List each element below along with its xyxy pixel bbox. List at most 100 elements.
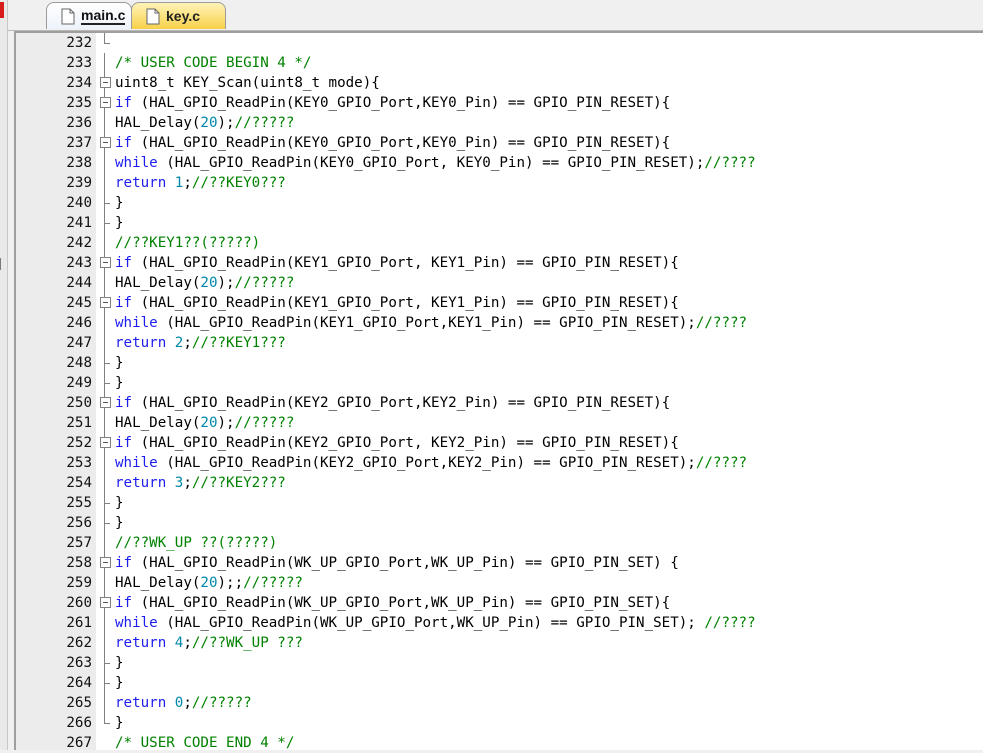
code-line[interactable]: 266} — [0, 713, 983, 733]
fold-collapse-icon[interactable] — [96, 393, 112, 413]
code-line[interactable]: 246 while (HAL_GPIO_ReadPin(KEY1_GPIO_Por… — [0, 313, 983, 333]
comment-token: /* USER CODE END 4 */ — [115, 735, 295, 751]
code-line[interactable]: 248} — [0, 353, 983, 373]
code-line[interactable]: 247 return 2;//??KEY1??? — [0, 333, 983, 353]
fold-collapse-icon[interactable] — [96, 433, 112, 453]
code-text: //??WK_UP ??(?????) — [115, 533, 277, 553]
code-token: HAL_Delay( — [115, 415, 201, 431]
fold-collapse-icon[interactable] — [96, 253, 112, 273]
code-line[interactable]: 232 — [0, 33, 983, 53]
code-line[interactable]: 249} — [0, 373, 983, 393]
line-number: 235 — [66, 95, 92, 111]
code-line[interactable]: 239 return 1;//??KEY0??? — [0, 173, 983, 193]
code-line[interactable]: 261 while (HAL_GPIO_ReadPin(WK_UP_GPIO_Po… — [0, 613, 983, 633]
line-number: 254 — [66, 475, 92, 491]
code-token: ; — [183, 635, 192, 651]
code-line[interactable]: 263} — [0, 653, 983, 673]
code-line[interactable]: 257 //??WK_UP ??(?????) — [0, 533, 983, 553]
line-number: 267 — [66, 735, 92, 751]
code-line[interactable]: 237 if (HAL_GPIO_ReadPin(KEY0_GPIO_Port,K… — [0, 133, 983, 153]
code-line[interactable]: 255} — [0, 493, 983, 513]
comment-token: //??KEY0??? — [191, 175, 286, 191]
line-number: 264 — [66, 675, 92, 691]
code-line[interactable]: 265 return 0;//????? — [0, 693, 983, 713]
code-line[interactable]: 260 if (HAL_GPIO_ReadPin(WK_UP_GPIO_Port,… — [0, 593, 983, 613]
line-number: 238 — [66, 155, 92, 171]
line-number: 248 — [66, 355, 92, 371]
comment-token: //????? — [243, 575, 303, 591]
keyword-token: if — [115, 295, 133, 311]
code-line[interactable]: 254 return 3;//??KEY2??? — [0, 473, 983, 493]
code-text: } — [115, 513, 124, 533]
comment-token: //????? — [234, 415, 295, 431]
code-line[interactable]: 236 HAL_Delay(20);//????? — [0, 113, 983, 133]
code-line[interactable]: 250 if (HAL_GPIO_ReadPin(KEY2_GPIO_Port,K… — [0, 393, 983, 413]
fold-collapse-icon[interactable] — [96, 73, 112, 93]
fold-guide-end — [96, 513, 112, 533]
line-number: 259 — [66, 575, 92, 591]
code-text: } — [115, 353, 124, 373]
code-token: } — [115, 355, 124, 371]
code-text: if (HAL_GPIO_ReadPin(KEY0_GPIO_Port,KEY0… — [115, 93, 670, 113]
code-token: (HAL_GPIO_ReadPin(KEY2_GPIO_Port,KEY2_Pi… — [157, 455, 696, 471]
code-text: if (HAL_GPIO_ReadPin(KEY1_GPIO_Port, KEY… — [115, 253, 679, 273]
code-line[interactable]: 251 HAL_Delay(20);//????? — [0, 413, 983, 433]
fold-collapse-icon[interactable] — [96, 133, 112, 153]
code-line[interactable]: 233 /* USER CODE BEGIN 4 */ — [0, 53, 983, 73]
code-text: } — [115, 713, 124, 733]
code-text: HAL_Delay(20);//????? — [115, 273, 294, 293]
line-number: 244 — [66, 275, 92, 291]
line-number: 243 — [66, 255, 92, 271]
code-line[interactable]: 256} — [0, 513, 983, 533]
code-line[interactable]: 264} — [0, 673, 983, 693]
line-number: 252 — [66, 435, 92, 451]
code-line[interactable]: 252 if (HAL_GPIO_ReadPin(KEY2_GPIO_Port, … — [0, 433, 983, 453]
code-line[interactable]: 240} — [0, 193, 983, 213]
fold-guide-end — [96, 673, 112, 693]
tab-main-c[interactable]: main.c — [46, 2, 132, 29]
code-token: HAL_Delay( — [115, 275, 201, 291]
keyword-token: return — [115, 695, 167, 711]
code-text: if (HAL_GPIO_ReadPin(KEY0_GPIO_Port,KEY0… — [115, 133, 670, 153]
code-line[interactable]: 245 if (HAL_GPIO_ReadPin(KEY1_GPIO_Port, … — [0, 293, 983, 313]
code-text: } — [115, 653, 124, 673]
fold-collapse-icon[interactable] — [96, 553, 112, 573]
fold-guide — [96, 153, 112, 173]
line-number: 247 — [66, 335, 92, 351]
fold-guide-end — [96, 493, 112, 513]
code-text: return 0;//????? — [115, 693, 252, 713]
code-line[interactable]: 238 while (HAL_GPIO_ReadPin(KEY0_GPIO_Por… — [0, 153, 983, 173]
code-line[interactable]: 258 if (HAL_GPIO_ReadPin(WK_UP_GPIO_Port,… — [0, 553, 983, 573]
fold-collapse-icon[interactable] — [96, 293, 112, 313]
code-line[interactable]: 267 /* USER CODE END 4 */ — [0, 733, 983, 753]
fold-empty — [96, 733, 112, 753]
number-token: 20 — [200, 575, 218, 591]
code-line[interactable]: 234 uint8_t KEY_Scan(uint8_t mode){ — [0, 73, 983, 93]
code-line[interactable]: 244 HAL_Delay(20);//????? — [0, 273, 983, 293]
code-token: (HAL_GPIO_ReadPin(KEY0_GPIO_Port,KEY0_Pi… — [132, 135, 671, 151]
fold-guide-end — [96, 213, 112, 233]
code-line[interactable]: 259 HAL_Delay(20);;//????? — [0, 573, 983, 593]
code-line[interactable]: 243 if (HAL_GPIO_ReadPin(KEY1_GPIO_Port, … — [0, 253, 983, 273]
line-number: 250 — [66, 395, 92, 411]
fold-guide — [96, 53, 112, 73]
code-line[interactable]: 241} — [0, 213, 983, 233]
file-icon — [146, 8, 160, 25]
code-line[interactable]: 253 while (HAL_GPIO_ReadPin(KEY2_GPIO_Por… — [0, 453, 983, 473]
code-token: (HAL_GPIO_ReadPin(KEY1_GPIO_Port, KEY1_P… — [132, 295, 679, 311]
tab-key-c[interactable]: key.c — [131, 2, 226, 29]
code-line[interactable]: 262 return 4;//??WK_UP ??? — [0, 633, 983, 653]
fold-guide-end — [96, 193, 112, 213]
fold-collapse-icon[interactable] — [96, 93, 112, 113]
fold-guide — [96, 473, 112, 493]
code-token: ; — [183, 335, 192, 351]
fold-collapse-icon[interactable] — [96, 593, 112, 613]
keyword-token: return — [115, 475, 167, 491]
code-line[interactable]: 242 //??KEY1??(?????) — [0, 233, 983, 253]
line-number: 255 — [66, 495, 92, 511]
keyword-token: if — [115, 255, 133, 271]
line-number: 240 — [66, 195, 92, 211]
code-line[interactable]: 235 if (HAL_GPIO_ReadPin(KEY0_GPIO_Port,K… — [0, 93, 983, 113]
